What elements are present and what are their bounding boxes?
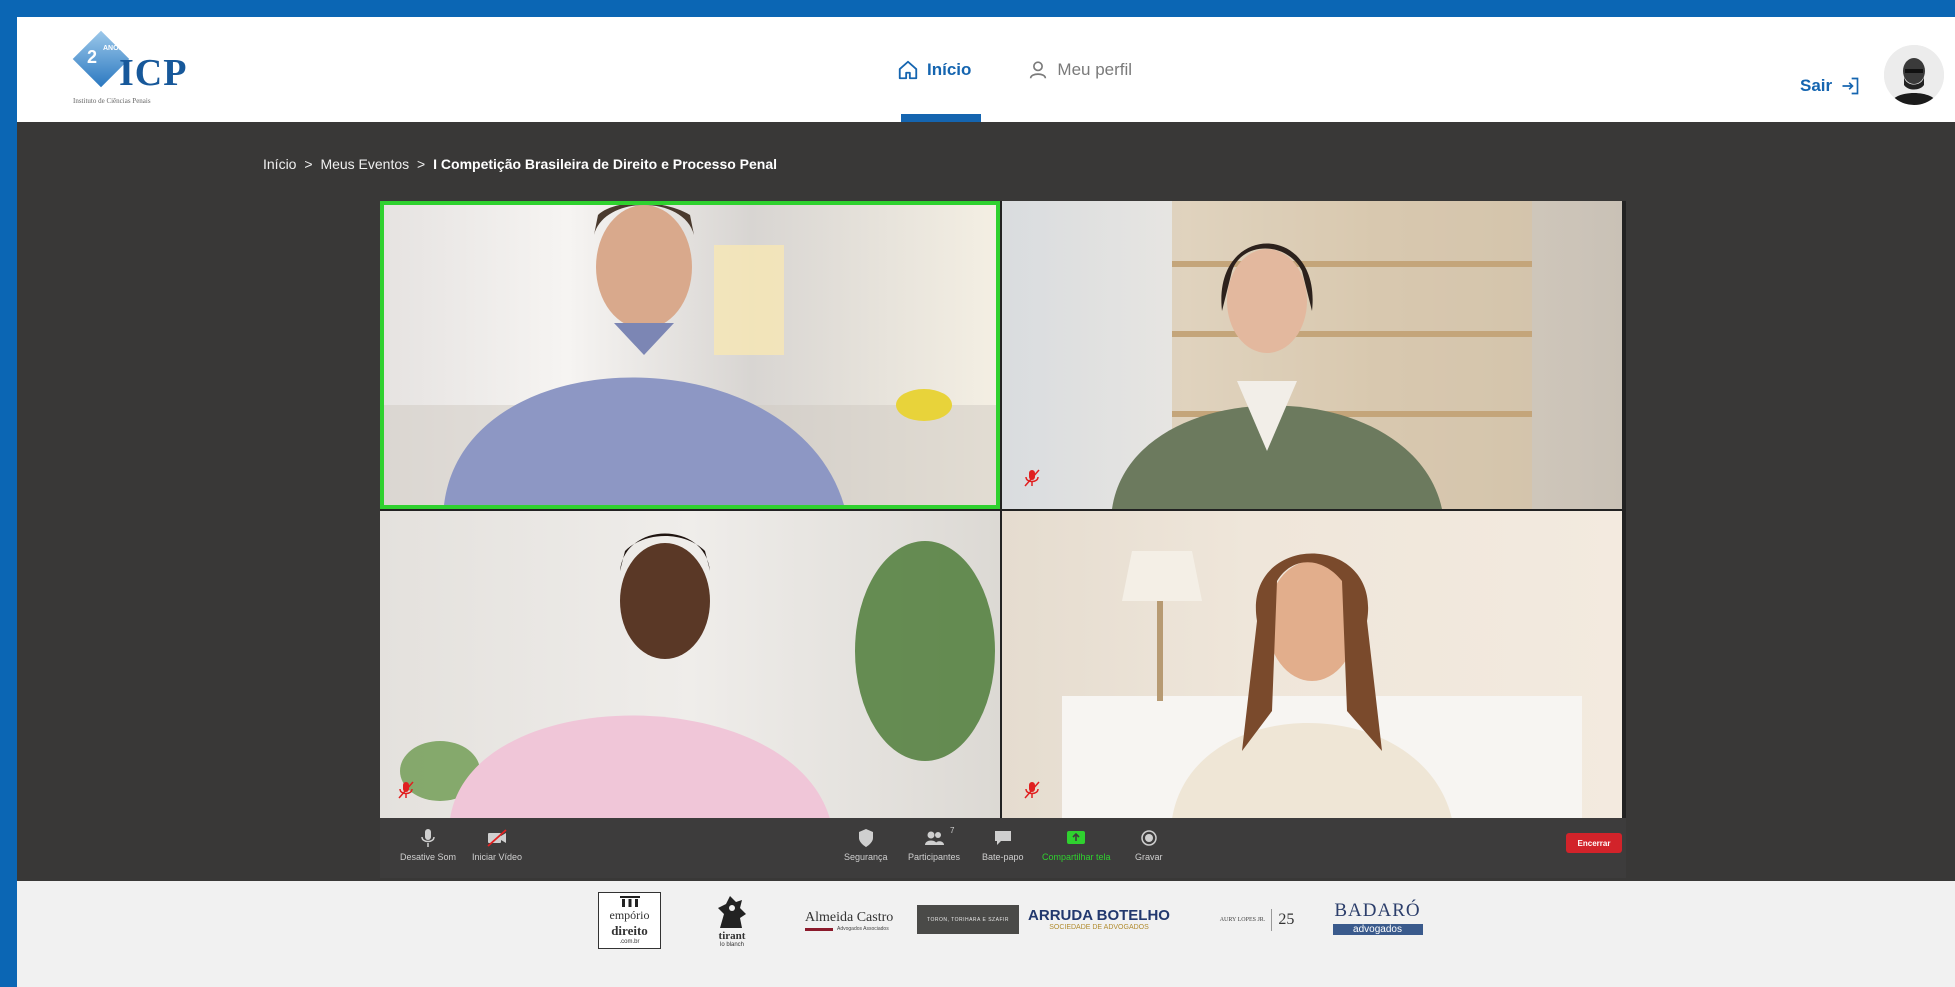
nav-item-inicio[interactable]: Início bbox=[887, 17, 982, 122]
arruda-sub: SOCIEDADE DE ADVOGADOS bbox=[1049, 924, 1149, 931]
nav-item-meu-perfil[interactable]: Meu perfil bbox=[1017, 17, 1142, 122]
columns-icon bbox=[619, 896, 640, 907]
toron-name: TORON, TORIHARA E SZAFIR bbox=[926, 916, 1009, 923]
muted-mic-icon bbox=[1024, 781, 1040, 799]
participants-count: 7 bbox=[950, 826, 955, 835]
muted-mic-icon bbox=[1024, 469, 1040, 487]
nav-item-label: Início bbox=[927, 59, 972, 79]
user-icon bbox=[1030, 60, 1047, 79]
mute-label: Desative Som bbox=[400, 852, 457, 862]
almeida-sub: Advogados Associados bbox=[837, 926, 889, 932]
share-screen-icon bbox=[1067, 831, 1086, 844]
video-tile-3[interactable] bbox=[380, 511, 1000, 819]
record-button[interactable]: Gravar bbox=[1135, 828, 1163, 862]
sponsor-badaro[interactable]: BADARÓ advogados bbox=[1330, 897, 1425, 937]
main-content: Início > Meus Eventos > I Competição Bra… bbox=[17, 122, 1955, 881]
main-nav: Início Meu perfil bbox=[887, 17, 1178, 122]
end-meeting-button[interactable]: Encerrar bbox=[1566, 833, 1622, 853]
microphone-icon bbox=[421, 829, 435, 847]
header: 2 ANOS ICP Instituto de Ciências Penais … bbox=[17, 17, 1955, 122]
sponsor-toron[interactable]: TORON, TORIHARA E SZAFIR bbox=[917, 905, 1019, 934]
knight-icon bbox=[718, 896, 746, 928]
video-tile-2[interactable] bbox=[1002, 201, 1622, 509]
emporio-line1: empório bbox=[609, 908, 650, 922]
almeida-underline bbox=[805, 927, 833, 931]
breadcrumb-current: I Competição Brasileira de Direito e Pro… bbox=[433, 156, 778, 172]
participants-icon bbox=[925, 831, 945, 845]
app-frame: 2 ANOS ICP Instituto de Ciências Penais … bbox=[17, 17, 1955, 987]
almeida-name: Almeida Castro bbox=[805, 910, 894, 925]
video-tile-4[interactable] bbox=[1002, 511, 1622, 819]
record-icon bbox=[1141, 830, 1157, 846]
aury-years: 25 bbox=[1278, 911, 1295, 928]
record-label: Gravar bbox=[1135, 852, 1163, 862]
breadcrumb-item-meus-eventos[interactable]: Meus Eventos bbox=[320, 156, 409, 172]
nav-item-label: Meu perfil bbox=[1057, 59, 1133, 79]
security-label: Segurança bbox=[844, 852, 888, 862]
sponsor-arruda-botelho[interactable]: ARRUDA BOTELHO SOCIEDADE DE ADVOGADOS bbox=[1028, 901, 1170, 937]
arruda-name: ARRUDA BOTELHO bbox=[1028, 907, 1170, 924]
share-screen-button[interactable]: Compartilhar tela bbox=[1042, 828, 1111, 862]
breadcrumb: Início > Meus Eventos > I Competição Bra… bbox=[263, 156, 777, 172]
share-screen-label: Compartilhar tela bbox=[1042, 852, 1111, 862]
breadcrumb-separator: > bbox=[304, 156, 313, 172]
tirant-line1: tirant bbox=[718, 930, 746, 942]
participant-video bbox=[1112, 201, 1532, 509]
mute-button[interactable]: Desative Som bbox=[400, 828, 456, 862]
aury-divider bbox=[1271, 909, 1273, 931]
participant-video bbox=[1062, 551, 1582, 819]
aury-name: AURY LOPES JR. bbox=[1219, 917, 1266, 923]
badaro-name: BADARÓ bbox=[1334, 899, 1421, 921]
emporio-line2: direito bbox=[611, 923, 648, 938]
start-video-button[interactable]: Iniciar Vídeo bbox=[472, 828, 522, 862]
video-camera-off-icon bbox=[487, 829, 507, 847]
badaro-sub: advogados bbox=[1332, 923, 1423, 935]
meeting-toolbar: Desative Som Iniciar Vídeo Segurança Par… bbox=[380, 818, 1626, 878]
participant-video bbox=[400, 533, 995, 819]
logout-label: Sair bbox=[1800, 76, 1833, 95]
breadcrumb-item-inicio[interactable]: Início bbox=[263, 156, 296, 172]
logo-brand: ICP bbox=[119, 52, 188, 94]
logout-button[interactable]: Sair bbox=[1800, 76, 1860, 96]
video-grid bbox=[380, 201, 1626, 819]
tirant-line2: lo blanch bbox=[719, 942, 745, 948]
logout-icon bbox=[1842, 77, 1859, 95]
home-icon bbox=[898, 60, 918, 79]
security-button[interactable]: Segurança bbox=[844, 828, 888, 862]
avatar-portrait bbox=[1884, 45, 1944, 105]
chat-icon bbox=[994, 831, 1011, 845]
breadcrumb-separator: > bbox=[417, 156, 426, 172]
sponsor-emporio-direito[interactable]: empório direito .com.br bbox=[598, 892, 661, 949]
sponsor-almeida-castro[interactable]: Almeida Castro Advogados Associados bbox=[805, 903, 899, 939]
sponsor-aury-lopes[interactable]: AURY LOPES JR. 25 bbox=[1207, 905, 1307, 935]
chat-label: Bate-papo bbox=[982, 852, 1024, 862]
muted-mic-icon bbox=[398, 781, 414, 799]
avatar[interactable] bbox=[1884, 45, 1944, 105]
sponsor-tirant[interactable]: tirant lo blanch bbox=[703, 889, 761, 953]
sponsors-bar: empório direito .com.br tirant lo blanch… bbox=[17, 881, 1955, 987]
participants-label: Participantes bbox=[908, 852, 961, 862]
shield-icon bbox=[858, 829, 873, 847]
video-tile-1[interactable] bbox=[380, 201, 1000, 509]
chat-button[interactable]: Bate-papo bbox=[982, 828, 1024, 862]
logo-tagline: Instituto de Ciências Penais bbox=[73, 97, 151, 105]
start-video-label: Iniciar Vídeo bbox=[472, 852, 523, 862]
icp-logo[interactable]: 2 ANOS ICP Instituto de Ciências Penais bbox=[72, 30, 213, 111]
logo-badge-number: 2 bbox=[87, 47, 98, 67]
participant-video bbox=[384, 205, 996, 505]
emporio-line3: .com.br bbox=[619, 939, 640, 945]
